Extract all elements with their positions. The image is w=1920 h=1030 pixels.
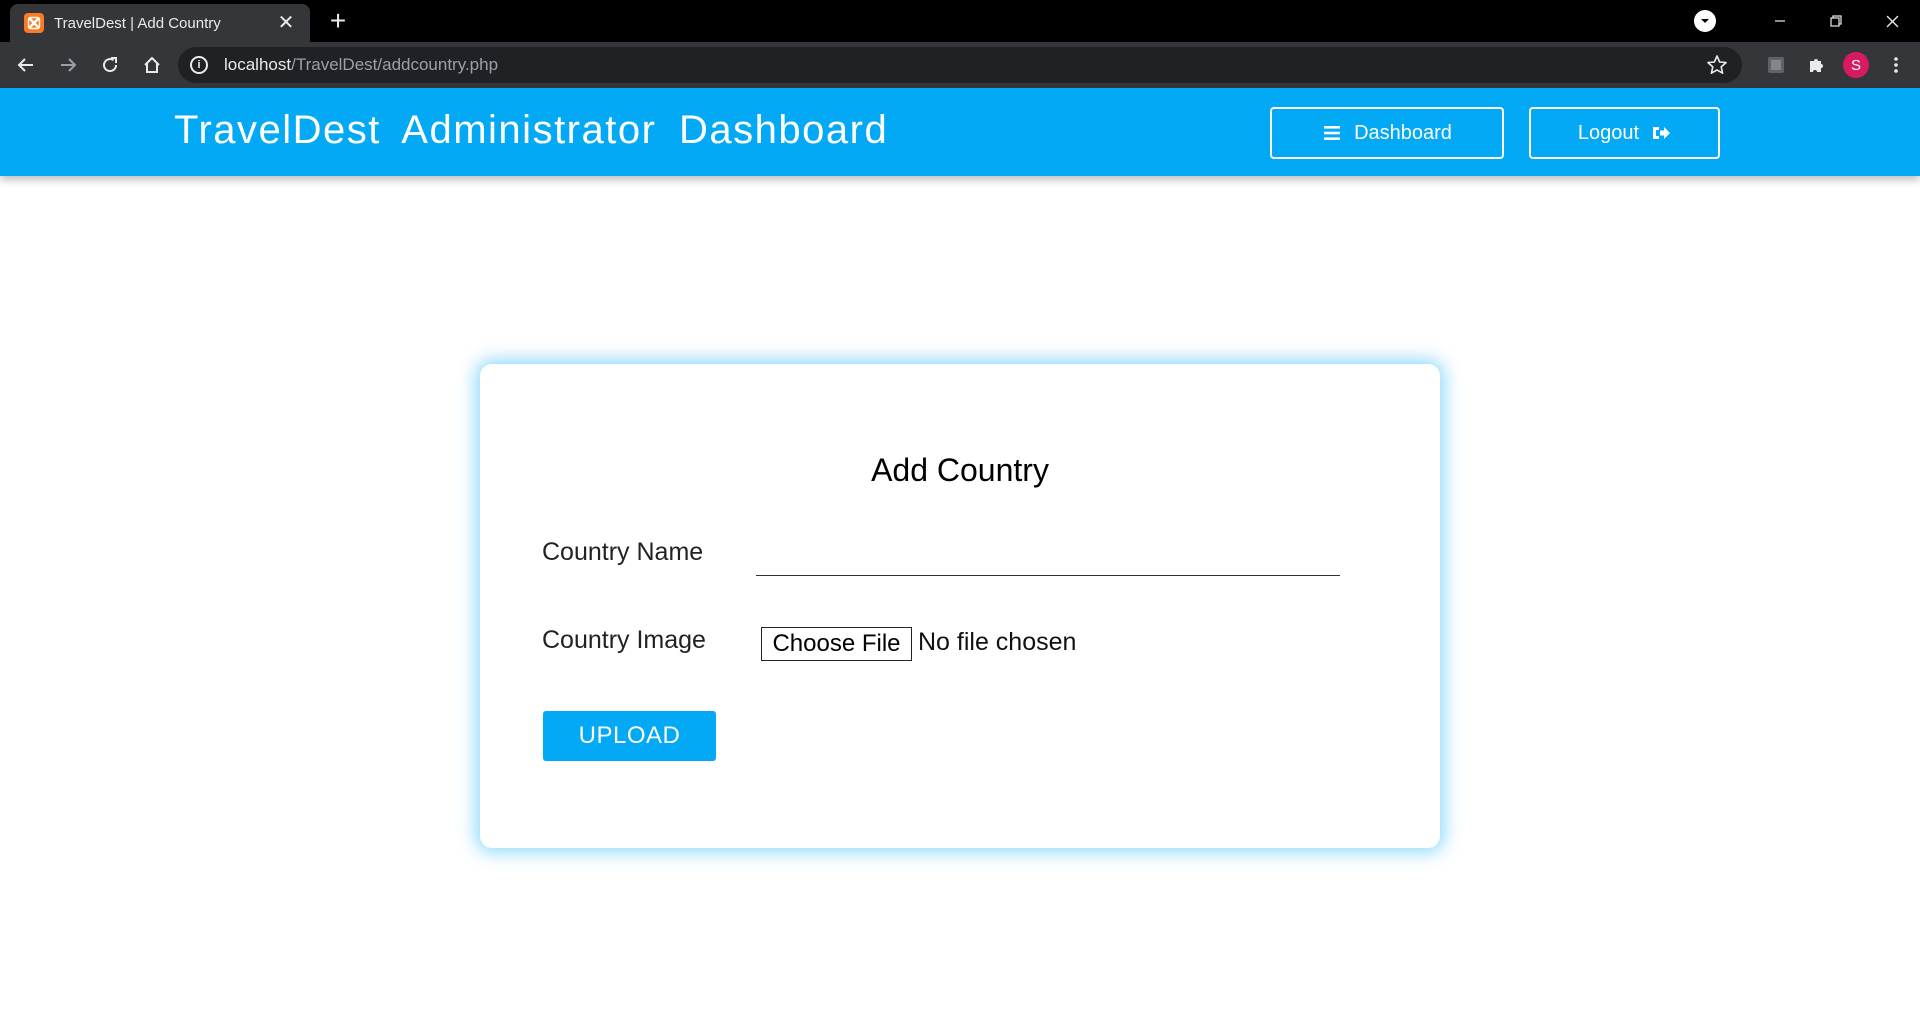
app-header: TravelDest Administrator Dashboard Dashb… — [0, 88, 1920, 176]
window-controls — [1694, 0, 1920, 42]
back-icon[interactable] — [10, 49, 42, 81]
logout-button-label: Logout — [1577, 121, 1640, 144]
dashboard-button[interactable]: Dashboard — [1270, 107, 1504, 159]
page-title: TravelDest Administrator Dashboard — [174, 108, 889, 152]
reload-icon[interactable] — [94, 49, 126, 81]
sign-out-icon — [1653, 127, 1671, 139]
menu-dots-icon[interactable] — [1876, 42, 1916, 88]
country-name-label: Country Name — [542, 538, 704, 566]
country-image-label: Country Image — [542, 626, 706, 654]
star-icon[interactable] — [1706, 54, 1728, 76]
minimize-icon[interactable] — [1752, 0, 1808, 42]
profile-button[interactable]: S — [1836, 42, 1876, 88]
avatar: S — [1843, 52, 1869, 78]
extension-icon[interactable] — [1756, 42, 1796, 88]
tab-title: TravelDest | Add Country — [54, 14, 221, 32]
browser-tab[interactable]: TravelDest | Add Country ✕ — [10, 4, 310, 42]
choose-file-button[interactable]: Choose File — [761, 627, 912, 661]
puzzle-icon[interactable] — [1796, 42, 1836, 88]
new-tab-button[interactable]: + — [322, 6, 354, 38]
info-icon[interactable]: i — [190, 56, 208, 74]
file-status-text: No file chosen — [918, 628, 1077, 656]
address-bar[interactable]: i localhost/TravelDest/addcountry.php — [178, 47, 1742, 83]
browser-tabstrip: TravelDest | Add Country ✕ + — [0, 0, 1920, 42]
logout-button[interactable]: Logout — [1529, 107, 1720, 159]
dashboard-button-label: Dashboard — [1354, 121, 1452, 144]
menu-bars-icon — [1324, 126, 1341, 140]
country-name-input[interactable] — [756, 532, 1340, 576]
add-country-card: Add Country Country Name Country Image C… — [480, 364, 1440, 848]
extensions-area: S — [1756, 42, 1916, 88]
restore-icon[interactable] — [1808, 0, 1864, 42]
upload-button[interactable]: UPLOAD — [543, 711, 716, 761]
download-icon[interactable] — [1694, 10, 1716, 32]
close-window-icon[interactable] — [1864, 0, 1920, 42]
tab-close-icon[interactable]: ✕ — [276, 13, 296, 33]
form-title: Add Country — [871, 452, 1049, 488]
xampp-favicon-icon — [24, 13, 44, 33]
url-host: localhost — [224, 55, 292, 74]
url-path: /TravelDest/addcountry.php — [291, 55, 499, 74]
browser-toolbar: i localhost/TravelDest/addcountry.php S — [0, 42, 1920, 88]
forward-icon[interactable] — [52, 49, 84, 81]
home-icon[interactable] — [136, 49, 168, 81]
